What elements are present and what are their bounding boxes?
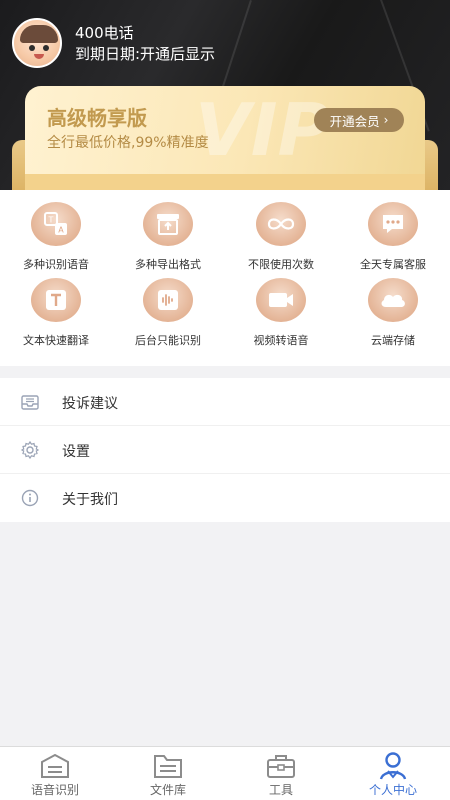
vip-title: 高级畅享版 (47, 106, 147, 130)
person-icon (338, 751, 448, 781)
avatar-mouth (34, 54, 44, 59)
user-name: 400电话 (75, 24, 134, 42)
membership-expiry: 到期日期:开通后显示 (75, 45, 216, 63)
folder-icon (113, 751, 223, 781)
mailbox-icon (20, 392, 40, 412)
tab-speech-recognition[interactable]: 语音识别 (0, 751, 110, 798)
chevron-right-icon: › (383, 113, 389, 127)
cloud-icon (368, 278, 418, 322)
feature-item-export[interactable]: 多种导出格式 (112, 202, 224, 272)
feature-item-cloud-storage[interactable]: 云端存储 (337, 278, 449, 348)
feature-item-multi-language[interactable]: T A 多种识别语音 (0, 202, 112, 272)
feature-label: 多种导出格式 (135, 258, 201, 271)
chat-icon (368, 202, 418, 246)
infinity-icon (256, 202, 306, 246)
video-camera-icon (256, 278, 306, 322)
menu-item-settings[interactable]: 设置 (0, 426, 450, 474)
toolbox-icon (226, 751, 336, 781)
avatar-hair (20, 25, 58, 43)
open-membership-button[interactable]: 开通会员 › (314, 108, 404, 132)
menu-item-label: 设置 (62, 444, 90, 460)
tab-personal-center[interactable]: 个人中心 (338, 751, 448, 798)
feature-label: 后台只能识别 (135, 334, 201, 347)
tab-label: 语音识别 (30, 783, 79, 797)
feature-label: 全天专属客服 (360, 258, 426, 271)
menu-item-label: 投诉建议 (62, 396, 118, 412)
vip-card[interactable]: VIP 高级畅享版 全行最低价格,99%精准度 开通会员 › (25, 86, 425, 186)
avatar-eye (29, 45, 35, 51)
tab-file-library[interactable]: 文件库 (113, 751, 223, 798)
bottom-tab-bar: 语音识别 文件库 工具 个人中心 (0, 746, 450, 800)
vip-card-strip (25, 174, 425, 190)
settings-list: 投诉建议 设置 关于我们 (0, 378, 450, 522)
avatar[interactable] (12, 18, 62, 68)
info-icon (20, 488, 40, 508)
feature-item-unlimited[interactable]: 不限使用次数 (225, 202, 337, 272)
gear-icon (20, 440, 40, 460)
feature-label: 云端存储 (371, 334, 415, 347)
menu-item-feedback[interactable]: 投诉建议 (0, 378, 450, 426)
feature-label: 视频转语音 (253, 334, 309, 347)
menu-item-about[interactable]: 关于我们 (0, 474, 450, 522)
feature-grid: T A 多种识别语音 多种导出格式 不限使用次数 全天专属客服 文本快速翻译 后… (0, 190, 450, 366)
feature-item-video-to-audio[interactable]: 视频转语音 (225, 278, 337, 348)
export-icon (143, 202, 193, 246)
vip-subtitle: 全行最低价格,99%精准度 (47, 135, 209, 151)
feature-item-background-recognition[interactable]: 后台只能识别 (112, 278, 224, 348)
svg-text:T: T (48, 216, 54, 225)
open-membership-label: 开通会员 (329, 113, 380, 129)
text-translate-icon (31, 278, 81, 322)
profile-header: 400电话 到期日期:开通后显示 VIP 高级畅享版 全行最低价格,99%精准度… (0, 0, 450, 190)
audio-wave-icon (143, 278, 193, 322)
avatar-eye (43, 45, 49, 51)
menu-item-label: 关于我们 (62, 492, 118, 508)
speech-box-icon (0, 751, 110, 781)
feature-item-customer-service[interactable]: 全天专属客服 (337, 202, 449, 272)
feature-label: 文本快速翻译 (23, 334, 89, 347)
feature-item-text-translate[interactable]: 文本快速翻译 (0, 278, 112, 348)
vip-watermark: VIP (195, 88, 331, 172)
feature-label: 多种识别语音 (23, 258, 89, 271)
tab-label: 文件库 (149, 783, 186, 797)
tab-label: 工具 (268, 783, 293, 797)
translate-icon: T A (31, 202, 81, 246)
svg-text:A: A (58, 226, 64, 235)
feature-label: 不限使用次数 (248, 258, 314, 271)
tab-label: 个人中心 (368, 783, 417, 797)
tab-tools[interactable]: 工具 (226, 751, 336, 798)
